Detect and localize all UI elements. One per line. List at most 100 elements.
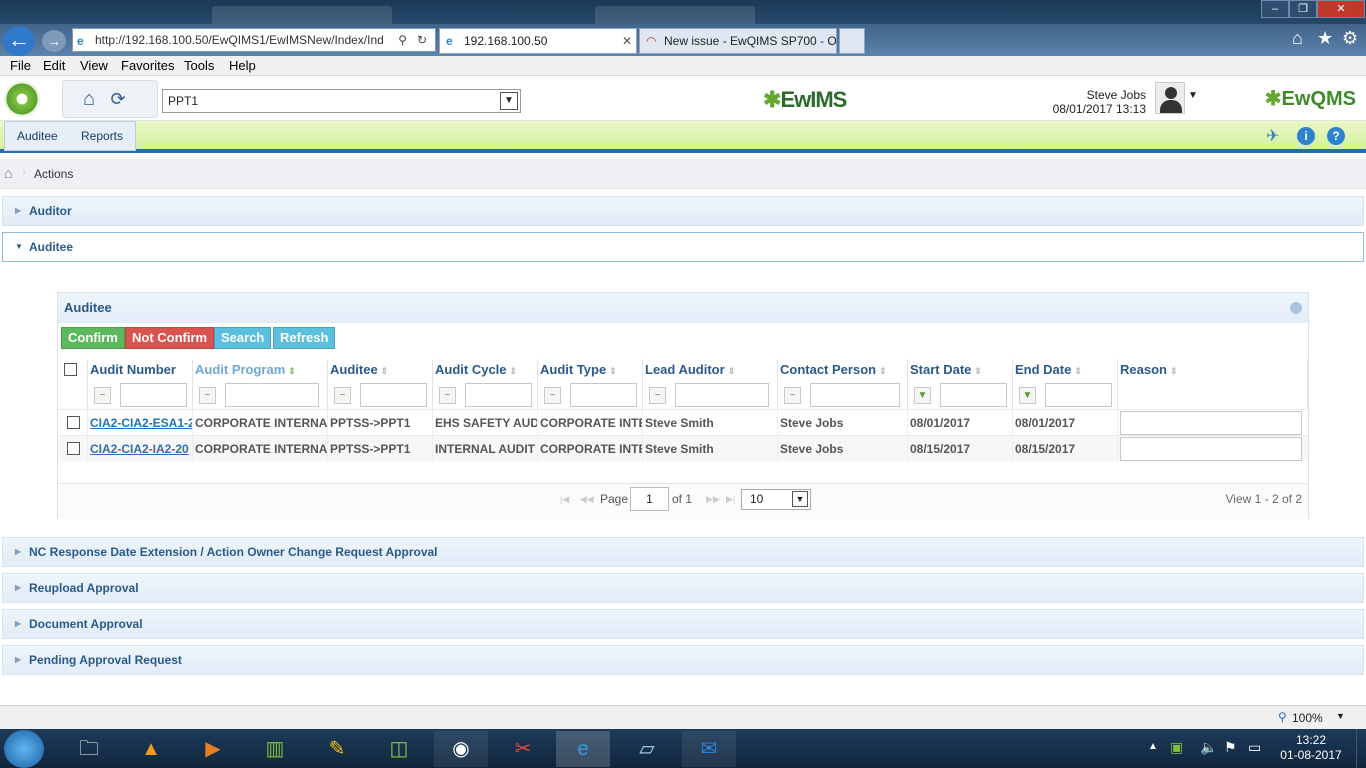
clock[interactable]: 13:22 01-08-2017 [1276,733,1346,763]
not-confirm-button[interactable]: Not Confirm [125,327,215,349]
user-menu-caret-icon[interactable]: ▼ [1188,90,1198,101]
accordion-reupload-approval[interactable]: ▶ Reupload Approval [2,573,1364,603]
filter-lead-auditor-input[interactable] [675,383,769,407]
location-select[interactable]: PPT1 ▼ [162,89,521,113]
chrome-icon[interactable]: ◉ [434,731,488,767]
confirm-button[interactable]: Confirm [61,327,125,349]
app-icon[interactable]: ◫ [372,731,426,767]
filter-op-icon[interactable]: ~ [544,387,561,404]
accordion-auditee[interactable]: ▼ Auditee [2,232,1364,262]
refresh-grid-button[interactable]: Refresh [273,327,336,349]
favorites-star-icon[interactable]: ★ [1317,28,1333,49]
minimize-button[interactable]: – [1261,0,1289,18]
first-page-icon[interactable]: |◀ [560,494,569,505]
select-all-checkbox[interactable] [64,363,77,376]
prev-page-icon[interactable]: ◀◀ [580,494,594,505]
tray-app-icon[interactable]: ▣ [1170,739,1183,756]
page-number-input[interactable]: 1 [630,487,669,511]
zoom-menu-caret-icon[interactable]: ▼ [1336,711,1345,721]
menu-file[interactable]: File [10,58,31,73]
filter-audit-number-input[interactable] [120,383,187,407]
filter-funnel-icon[interactable]: ▼ [914,387,931,404]
snipping-tool-icon[interactable]: ✂ [496,731,550,767]
filter-audit-cycle-input[interactable] [465,383,532,407]
refresh-icon[interactable]: ↻ [417,29,427,51]
network-icon[interactable]: ▭ [1248,739,1261,756]
menu-help[interactable]: Help [229,58,256,73]
settings-gear-icon[interactable]: ⚙ [1342,28,1358,49]
breadcrumb-actions[interactable]: Actions [34,167,73,181]
refresh-button[interactable]: ⟳ [107,88,129,110]
address-bar[interactable]: e http://192.168.100.50/EwQIMS1/EwIMSNew… [72,28,436,52]
search-button[interactable]: Search [214,327,272,349]
paint-icon[interactable]: ✎ [310,731,364,767]
next-page-icon[interactable]: ▶▶ [706,494,720,505]
filter-end-date-input[interactable] [1045,383,1112,407]
accordion-pending-approval[interactable]: ▶ Pending Approval Request [2,645,1364,675]
filter-audit-type-input[interactable] [570,383,637,407]
last-page-icon[interactable]: ▶| [726,494,735,505]
table-row[interactable]: CIA2-CIA2-IA2-20 CORPORATE INTERNAL PPTS… [58,435,1308,462]
col-auditee[interactable]: Auditee ⇕ [328,359,433,381]
search-icon[interactable]: ⚲ [398,29,407,51]
volume-icon[interactable]: 🔈 [1200,739,1217,756]
show-hidden-icons-icon[interactable]: ▲ [1148,741,1158,752]
col-audit-type[interactable]: Audit Type ⇕ [538,359,643,381]
filter-op-icon[interactable]: ~ [334,387,351,404]
action-center-icon[interactable]: ⚑ [1224,739,1237,756]
col-contact-person[interactable]: Contact Person ⇕ [778,359,908,381]
maximize-button[interactable]: ❐ [1289,0,1317,18]
home-icon[interactable]: ⌂ [1292,28,1303,49]
accordion-auditor[interactable]: ▶ Auditor [2,196,1364,226]
show-desktop-button[interactable] [1356,729,1366,768]
reason-input[interactable] [1120,437,1302,461]
explorer-icon[interactable]: 🗀 [62,731,116,767]
row-checkbox[interactable] [67,442,80,455]
start-button[interactable] [4,730,44,768]
filter-op-icon[interactable]: ~ [649,387,666,404]
col-start-date[interactable]: Start Date ⇕ [908,359,1013,381]
back-button[interactable]: ← [3,26,35,56]
tab-new-issue[interactable]: ◠ New issue - EwQIMS SP700 - O... [639,28,837,54]
menu-favorites[interactable]: Favorites [121,58,174,73]
new-tab-button[interactable] [839,28,865,54]
accordion-document-approval[interactable]: ▶ Document Approval [2,609,1364,639]
col-audit-program[interactable]: Audit Program ⇕ [193,359,328,381]
info-icon[interactable]: i [1297,127,1315,145]
col-audit-number[interactable]: Audit Number [88,359,193,381]
menu-tools[interactable]: Tools [184,58,214,73]
close-tab-icon[interactable]: ✕ [622,29,632,53]
col-reason[interactable]: Reason ⇕ [1118,359,1308,381]
filter-start-date-input[interactable] [940,383,1007,407]
audit-number-link[interactable]: CIA2-CIA2-ESA1-2 [90,416,192,430]
forward-button[interactable]: → [42,30,66,52]
tab-active[interactable]: e 192.168.100.50 ✕ [439,28,637,54]
filter-op-icon[interactable]: ~ [784,387,801,404]
page-size-select[interactable]: 10 ▼ [741,489,811,510]
filter-op-icon[interactable]: ~ [439,387,456,404]
media-player-icon[interactable]: ▶ [186,731,240,767]
chart-app-icon[interactable]: ▥ [248,731,302,767]
outlook-icon[interactable]: ✉ [682,731,736,767]
row-checkbox[interactable] [67,416,80,429]
reason-input[interactable] [1120,411,1302,435]
zoom-level[interactable]: 100% [1292,711,1323,725]
collapse-panel-icon[interactable] [1290,302,1302,314]
audit-number-link[interactable]: CIA2-CIA2-IA2-20 [90,442,189,456]
filter-op-icon[interactable]: ~ [199,387,216,404]
menu-view[interactable]: View [80,58,108,73]
menu-edit[interactable]: Edit [43,58,65,73]
nav-reports[interactable]: Reports [81,129,123,143]
filter-auditee-input[interactable] [360,383,427,407]
pin-icon[interactable]: ✈ [1266,126,1279,146]
filter-op-icon[interactable]: ~ [94,387,111,404]
home-button[interactable]: ⌂ [78,88,100,110]
chevron-down-icon[interactable]: ▼ [500,92,518,110]
nav-auditee[interactable]: Auditee [17,129,58,143]
vlc-icon[interactable]: ▲ [124,731,178,767]
table-row[interactable]: CIA2-CIA2-ESA1-2 CORPORATE INTERNAL PPTS… [58,409,1308,436]
avatar[interactable] [1155,82,1185,114]
col-end-date[interactable]: End Date ⇕ [1013,359,1118,381]
app-logo-icon[interactable] [4,81,40,117]
filter-audit-program-input[interactable] [225,383,319,407]
